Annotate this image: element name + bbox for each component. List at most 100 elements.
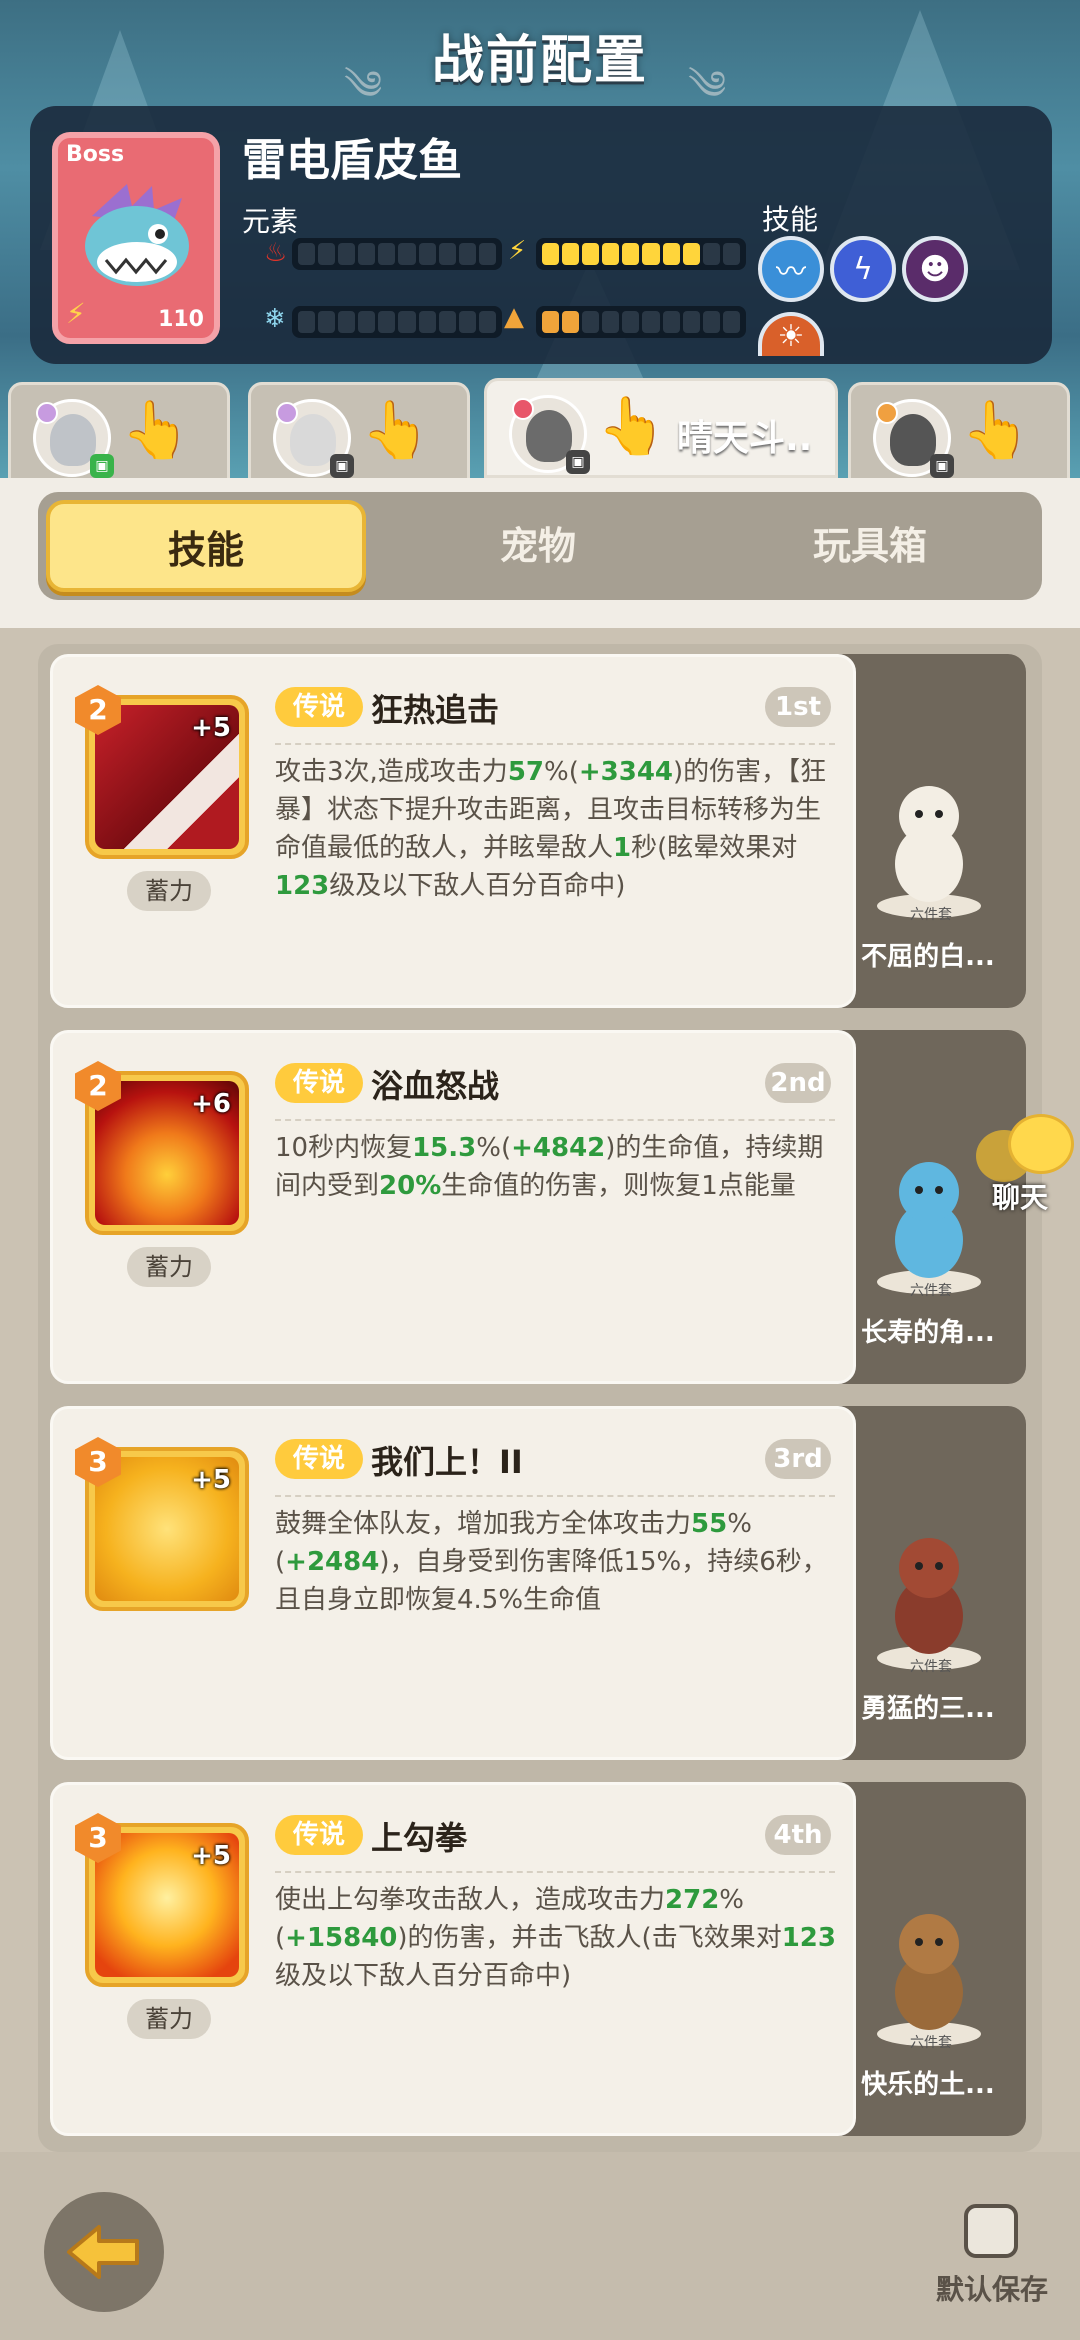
- skill-description: 10秒内恢复15.3%(+4842)的生命值，持续期间内受到20%生命值的伤害，…: [275, 1129, 845, 1205]
- default-save-checkbox[interactable]: [964, 2204, 1018, 2258]
- skill-order-tag: 4th: [765, 1815, 831, 1855]
- skill-card[interactable]: 3 +5 传说 我们上！II 3rd 鼓舞全体队友，增加我方全体攻击力55%(+…: [50, 1406, 856, 1760]
- sun-skill-icon[interactable]: ☀: [758, 312, 824, 356]
- character-tab-1[interactable]: ▣ 👆: [8, 382, 230, 482]
- skill-icon-frame[interactable]: 3 +5: [75, 1813, 249, 1987]
- pedestal-label: 六件套: [910, 1283, 952, 1299]
- skill-title: 浴血怒战: [371, 1067, 500, 1105]
- desc-part: 级及以下敌人百分百命中): [329, 871, 626, 901]
- hand-star-icon: 👆: [361, 398, 431, 463]
- desc-part: %(: [544, 757, 579, 787]
- desc-part: +15840: [285, 1923, 398, 1953]
- bar-segment: [458, 243, 476, 265]
- boss-portrait[interactable]: Boss ⚡ 110: [52, 132, 220, 344]
- avatar: ▣: [33, 399, 114, 478]
- bar-segment: [338, 243, 356, 265]
- skill-icon-frame[interactable]: 3 +5: [75, 1437, 249, 1611]
- pet-name: 快乐的土...: [861, 2070, 995, 2100]
- desc-part: )的伤害，并击飞敌人(击飞效果对: [397, 1923, 782, 1953]
- bar-segment: [298, 311, 316, 333]
- pet-slot[interactable]: 六件套 快乐的土...: [830, 1782, 1026, 2136]
- bar-segment: [662, 311, 680, 333]
- legend-tag: 传说: [275, 1815, 363, 1855]
- tab-toybox[interactable]: 玩具箱: [710, 500, 1030, 592]
- skill-card[interactable]: 2 +6 蓄力 传说 浴血怒战 2nd 10秒内恢复15.3%(+4842)的生…: [50, 1030, 856, 1384]
- bar-segment: [602, 311, 620, 333]
- desc-part: 生命值的伤害，则恢复1点能量: [441, 1171, 796, 1201]
- legend-tag: 传说: [275, 1439, 363, 1479]
- desc-part: +3344: [578, 757, 674, 787]
- bar-segment: [662, 243, 680, 265]
- bar-segment: [722, 311, 740, 333]
- avatar: ▣: [509, 395, 590, 474]
- dark-monster-icon[interactable]: ☻: [902, 236, 968, 302]
- bar-segment: [542, 243, 560, 265]
- tab-pets[interactable]: 宠物: [378, 500, 698, 592]
- earth-icon: ▲: [504, 302, 524, 332]
- bar-segment: [478, 243, 496, 265]
- skill-description: 鼓舞全体队友，增加我方全体攻击力55%(+2484)，自身受到伤害降低15%，持…: [275, 1505, 845, 1619]
- skill-card[interactable]: 2 +5 蓄力 传说 狂热追击 1st 攻击3次,造成攻击力57%(+3344)…: [50, 654, 856, 1008]
- fire-element-bar: [292, 238, 502, 270]
- bar-segment: [398, 243, 416, 265]
- ice-element-bar: [292, 306, 502, 338]
- bar-segment: [318, 311, 336, 333]
- back-button[interactable]: [44, 2192, 164, 2312]
- bar-segment: [438, 311, 456, 333]
- desc-part: 秒(眩晕效果对: [631, 833, 798, 863]
- desc-part: 使出上勾拳攻击敌人，造成攻击力: [275, 1885, 666, 1915]
- legend-tag: 传说: [275, 687, 363, 727]
- pedestal-label: 六件套: [910, 1659, 952, 1675]
- desc-part: 123: [275, 871, 330, 901]
- skill-card[interactable]: 3 +5 蓄力 传说 上勾拳 4th 使出上勾拳攻击敌人，造成攻击力272%(+…: [50, 1782, 856, 2136]
- pet-slot[interactable]: 六件套 勇猛的三...: [830, 1406, 1026, 1760]
- character-tab-3[interactable]: ▣ 👆 晴天斗..: [484, 378, 838, 478]
- bar-segment: [562, 311, 580, 333]
- element-label: 元素: [242, 205, 299, 238]
- bottom-bar: 默认保存: [0, 2152, 1080, 2340]
- divider: [275, 1119, 835, 1121]
- default-save-label: 默认保存: [936, 2273, 1049, 2306]
- skill-label: 技能: [762, 203, 819, 236]
- skill-icon-frame[interactable]: 2 +5: [75, 685, 249, 859]
- skill-title: 上勾拳: [371, 1819, 468, 1857]
- character-tab-2[interactable]: ▣ 👆: [248, 382, 470, 482]
- character-name: 晴天斗..: [677, 418, 813, 459]
- boss-tag: Boss: [66, 142, 125, 167]
- bar-segment: [458, 311, 476, 333]
- bar-segment: [478, 311, 496, 333]
- lightning-skill-icon[interactable]: ϟ: [830, 236, 896, 302]
- desc-part: 20%: [379, 1171, 442, 1201]
- desc-part: %(: [476, 1133, 512, 1163]
- chat-button[interactable]: 聊天: [972, 1110, 1080, 1214]
- charge-tag: 蓄力: [127, 871, 211, 911]
- boss-name: 雷电盾皮鱼: [242, 135, 462, 186]
- hand-star-icon: 👆: [597, 394, 667, 459]
- pedestal-label: 六件套: [910, 2035, 952, 2051]
- avatar: ▣: [273, 399, 354, 478]
- shield-fish-icon: [85, 184, 189, 286]
- lightning-icon: ⚡: [508, 236, 527, 266]
- desc-part: 1: [613, 833, 632, 863]
- ice-icon: ❄: [264, 304, 286, 334]
- pet-figure-icon: [877, 786, 981, 918]
- smile-face-icon: [1008, 1114, 1074, 1174]
- character-tab-4[interactable]: ▣ 👆: [848, 382, 1070, 482]
- bar-segment: [622, 243, 640, 265]
- ice-wave-icon[interactable]: 〰: [758, 236, 824, 302]
- tab-skills[interactable]: 技能: [46, 500, 366, 592]
- lightning-element-icon: ⚡: [66, 297, 86, 330]
- section-tabs: 技能 宠物 玩具箱: [38, 492, 1042, 600]
- pet-figure-icon: [877, 1538, 981, 1670]
- bar-segment: [582, 243, 600, 265]
- skill-icon-frame[interactable]: 2 +6: [75, 1061, 249, 1235]
- skill-plus-level: +5: [191, 713, 231, 743]
- bar-segment: [318, 243, 336, 265]
- boss-level: 110: [158, 307, 204, 332]
- pedestal-label: 六件套: [910, 907, 952, 923]
- pet-name: 勇猛的三...: [861, 1694, 995, 1724]
- page-title: 战前配置: [431, 31, 648, 91]
- bar-segment: [378, 243, 396, 265]
- skill-plus-level: +6: [191, 1089, 231, 1119]
- pet-slot[interactable]: 六件套 不屈的白...: [830, 654, 1026, 1008]
